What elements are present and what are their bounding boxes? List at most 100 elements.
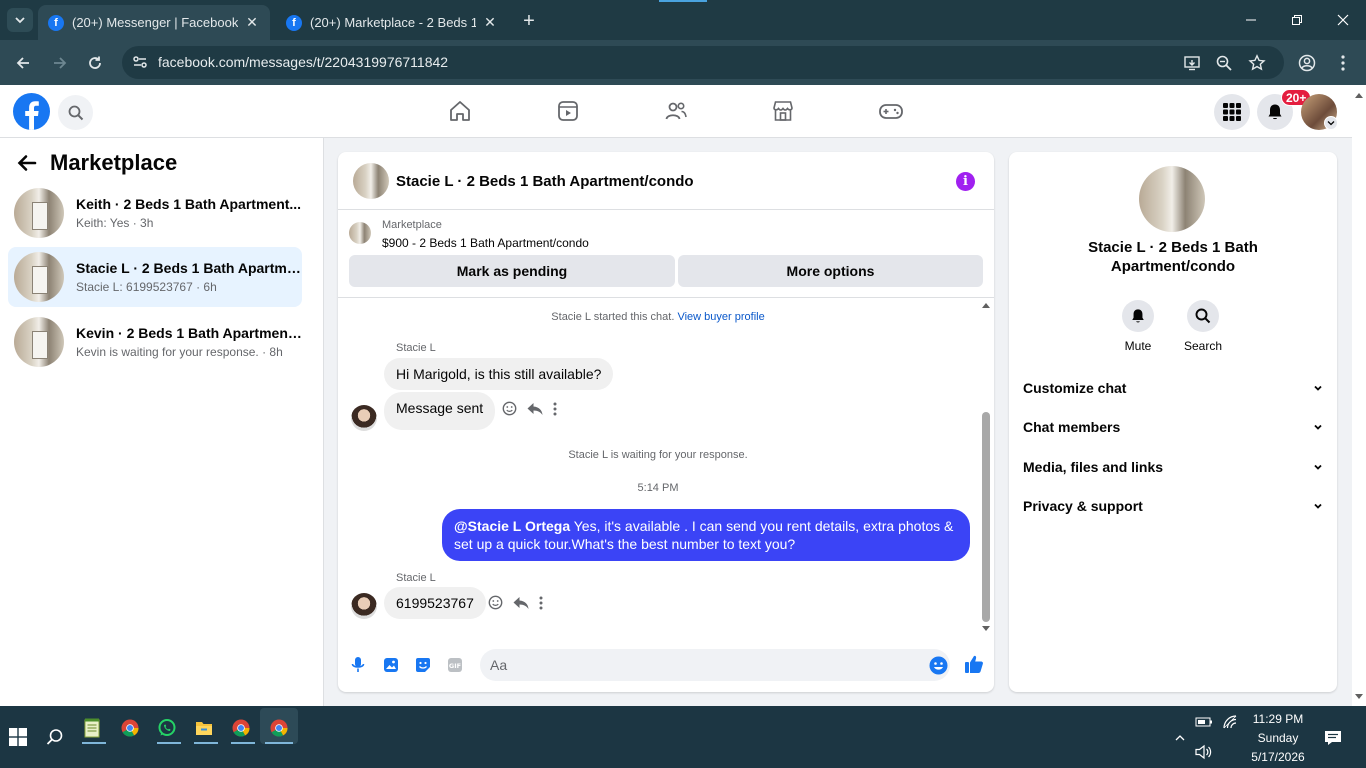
sticker-button[interactable] [413,655,433,675]
waiting-notice: Stacie L is waiting for your response. [568,449,748,461]
mark-as-pending-button[interactable]: Mark as pending [349,255,675,287]
taskbar-search-button[interactable] [41,723,69,751]
thumbs-up-icon [965,655,983,673]
section-media-files-links[interactable]: Media, files and links [1023,455,1323,479]
forward-button[interactable] [48,51,72,75]
voice-clip-button[interactable] [348,655,368,675]
gif-button[interactable]: GIF [445,655,465,675]
reply-icon[interactable] [513,596,529,610]
mute-button[interactable]: Mute [1108,300,1168,353]
tray-volume[interactable] [1194,742,1214,762]
attach-photo-button[interactable] [381,655,401,675]
reply-icon[interactable] [527,402,543,416]
nav-video[interactable] [554,97,582,125]
info-icon[interactable]: i [956,172,975,191]
bookmark-star-icon[interactable] [1247,53,1267,73]
chat-avatar[interactable] [353,163,389,199]
close-window-button[interactable] [1323,8,1363,32]
facebook-logo-icon[interactable] [13,93,50,130]
incoming-message[interactable]: Message sent [384,392,496,430]
sticker-icon [416,658,430,672]
message-input[interactable] [480,649,950,681]
browser-tab-marketplace[interactable]: f (20+) Marketplace - 2 Beds 1 Ba ✕ [276,5,508,40]
incoming-message[interactable]: 6199523767 [384,587,486,619]
notification-center-button[interactable] [1323,728,1343,748]
taskbar-file-explorer[interactable] [190,714,218,742]
taskbar-chrome[interactable] [116,714,144,742]
restore-button[interactable] [1277,8,1317,32]
running-indicator [231,742,255,744]
section-chat-members[interactable]: Chat members [1023,415,1323,439]
minimize-icon [1246,19,1256,21]
microphone-icon [351,657,365,672]
view-buyer-profile-link[interactable]: View buyer profile [677,311,764,323]
react-smiley-icon[interactable] [488,595,503,610]
browser-tab-messenger[interactable]: f (20+) Messenger | Facebook ✕ [38,5,270,40]
tray-battery[interactable] [1194,712,1214,732]
browser-tab-bar: f (20+) Messenger | Facebook ✕ f (20+) M… [0,0,1366,40]
chevron-down-icon [1314,464,1322,470]
start-button[interactable] [4,723,32,751]
conversation-name: Kevin · 2 Beds 1 Bath Apartment... [76,325,302,341]
chevron-down-icon [15,17,25,24]
home-icon [450,101,470,121]
like-button[interactable] [964,654,984,674]
more-vertical-icon[interactable] [553,402,557,416]
tray-network[interactable] [1220,712,1240,732]
tray-overflow-button[interactable] [1170,728,1190,748]
taskbar-chrome-active[interactable] [265,714,293,742]
conversation-item-keith[interactable]: Keith · 2 Beds 1 Bath Apartment... Keith… [8,183,302,243]
back-button[interactable] [11,51,35,75]
running-indicator [265,742,293,744]
chevron-down-icon [1314,424,1322,430]
outgoing-message[interactable]: @Stacie L Ortega Yes, it's available . I… [442,509,970,561]
bell-icon [1268,104,1282,120]
react-smiley-icon[interactable] [502,401,517,416]
conversation-item-kevin[interactable]: Kevin · 2 Beds 1 Bath Apartment... Kevin… [8,312,302,372]
tab-close-icon[interactable]: ✕ [244,14,260,31]
section-customize-chat[interactable]: Customize chat [1023,376,1323,400]
chat-scrollbar[interactable] [980,300,992,636]
sender-avatar[interactable] [351,593,377,619]
back-arrow-button[interactable] [16,151,40,175]
more-options-button[interactable]: More options [678,255,983,287]
page-scrollbar[interactable] [1352,85,1366,706]
menu-grid-button[interactable] [1214,94,1250,130]
account-caret[interactable] [1324,116,1338,130]
nav-friends[interactable] [662,97,690,125]
more-vertical-icon[interactable] [539,596,543,610]
taskbar-notepad[interactable] [78,714,106,742]
conversation-preview: Stacie L: 6199523767 · 6h [76,280,217,294]
nav-marketplace[interactable] [769,97,797,125]
address-bar[interactable]: facebook.com/messages/t/2204319976711842 [122,46,1284,79]
facebook-search-button[interactable] [58,95,93,130]
conversation-item-stacie[interactable]: Stacie L · 2 Beds 1 Bath Apartme... Stac… [8,247,302,307]
profile-button[interactable] [1295,51,1319,75]
incoming-message[interactable]: Hi Marigold, is this still available? [384,358,614,390]
reload-button[interactable] [83,51,107,75]
emoji-icon[interactable] [929,656,948,675]
listing-thumbnail[interactable] [349,222,371,244]
tab-close-icon[interactable]: ✕ [482,14,498,31]
system-clock[interactable]: 11:29 PM Sunday 5/17/2026 [1240,710,1316,767]
install-app-icon[interactable] [1182,53,1202,73]
taskbar-chrome-profile[interactable] [227,714,255,742]
mention-tag[interactable]: @Stacie L Ortega [454,518,570,534]
clock-date: 5/17/2026 [1251,750,1305,764]
listing-price[interactable]: $900 - 2 Beds 1 Bath Apartment/condo [382,236,589,250]
minimize-button[interactable] [1231,8,1271,32]
nav-home[interactable] [446,97,474,125]
sender-avatar[interactable] [351,405,377,431]
section-privacy-support[interactable]: Privacy & support [1023,494,1323,518]
site-info-icon[interactable] [132,54,148,70]
browser-menu-button[interactable] [1331,51,1355,75]
nav-gaming[interactable] [877,97,905,125]
new-tab-button[interactable]: + [518,10,540,32]
zoom-icon[interactable] [1214,53,1234,73]
contact-avatar[interactable] [1139,166,1205,232]
taskbar-whatsapp[interactable] [153,714,181,742]
tab-search-button[interactable] [7,8,33,32]
search-in-chat-button[interactable]: Search [1173,300,1233,353]
restore-icon [1292,15,1302,25]
chat-title[interactable]: Stacie L · 2 Beds 1 Bath Apartment/condo [396,173,694,190]
